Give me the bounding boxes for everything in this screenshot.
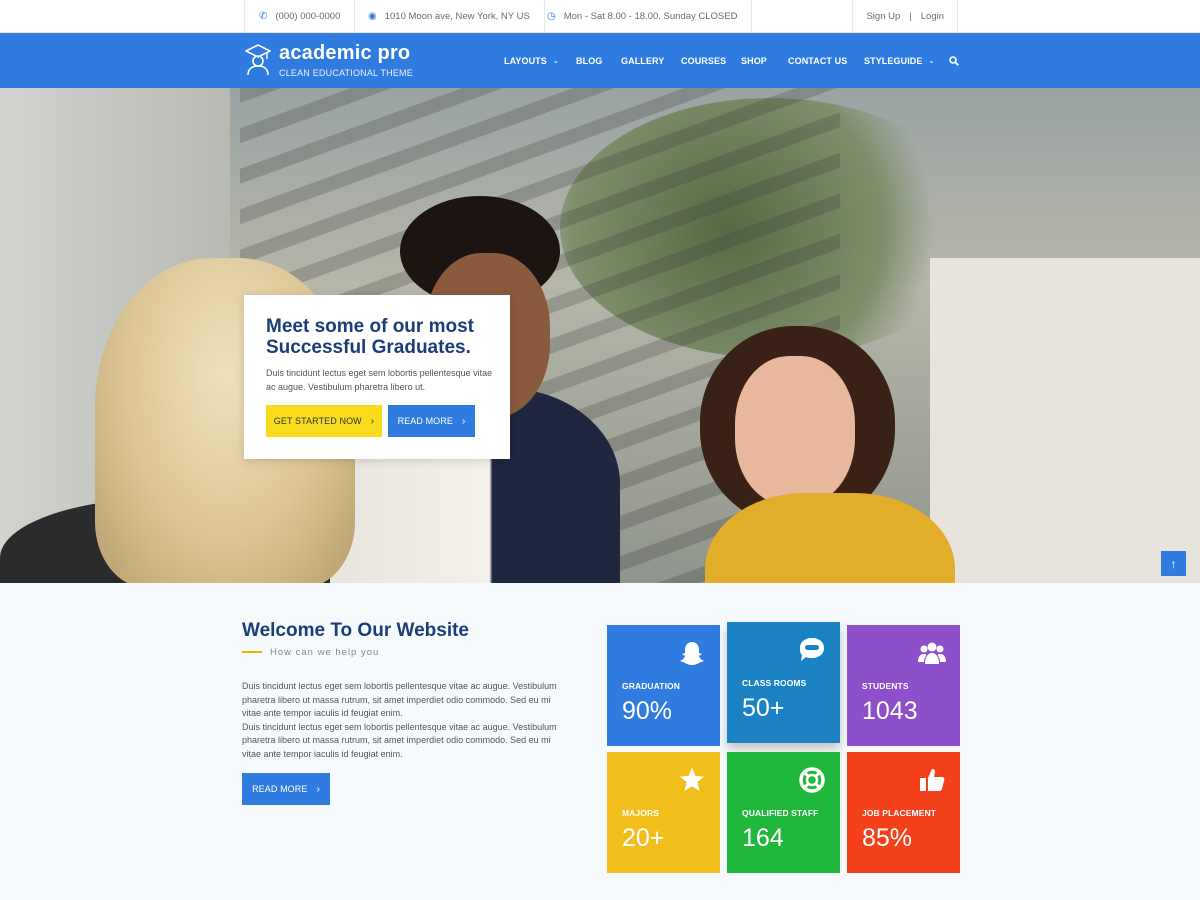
- users-icon: [918, 642, 946, 664]
- brand-subtitle: CLEAN EDUCATIONAL THEME: [279, 68, 413, 78]
- nav-courses[interactable]: COURSES: [681, 33, 726, 88]
- top-bar: ✆ (000) 000-0000 ◉ 1010 Moon ave, New Yo…: [0, 0, 1200, 33]
- stat-tile-students[interactable]: STUDENTS 1043: [847, 625, 960, 746]
- nav-styleguide[interactable]: STYLEGUIDE ⌄: [864, 33, 934, 88]
- hours-text: Mon - Sat 8.00 - 18.00. Sunday CLOSED: [563, 11, 738, 22]
- brand-title[interactable]: academic pro: [279, 42, 410, 65]
- stat-value: 90%: [622, 697, 673, 725]
- map-marker-icon: ◉: [368, 11, 377, 22]
- auth-separator: |: [909, 11, 912, 22]
- stat-value: 50+: [742, 694, 785, 722]
- hero-title: Meet some of our most Successful Graduat…: [266, 316, 474, 358]
- snapchat-ghost-icon: [680, 642, 704, 665]
- phone-icon: ✆: [259, 11, 268, 22]
- search-icon[interactable]: [949, 56, 959, 66]
- chevron-right-icon: ›: [461, 415, 466, 427]
- nav-blog[interactable]: BLOG: [576, 33, 602, 88]
- hero-read-more-label: READ MORE: [397, 416, 453, 426]
- stat-tile-qualified-staff[interactable]: QUALIFIED STAFF 164: [727, 752, 840, 873]
- stat-label: CLASS ROOMS: [742, 678, 807, 688]
- chevron-right-icon: ›: [370, 415, 375, 427]
- arrow-up-icon: ↑: [1170, 556, 1177, 571]
- nav-gallery-label: GALLERY: [621, 55, 665, 66]
- stat-tile-graduation[interactable]: GRADUATION 90%: [607, 625, 720, 746]
- welcome-underline: [242, 651, 262, 653]
- stat-tile-class-rooms[interactable]: CLASS ROOMS 50+: [727, 622, 840, 743]
- stat-label: MAJORS: [622, 808, 659, 818]
- welcome-read-more-label: READ MORE: [252, 784, 308, 794]
- welcome-subtitle: How can we help you: [270, 647, 380, 658]
- clock-icon: ◷: [547, 11, 556, 22]
- scroll-to-top-button[interactable]: ↑: [1161, 551, 1186, 576]
- nav-gallery[interactable]: GALLERY: [621, 33, 664, 88]
- welcome-paragraph-1: Duis tincidunt lectus eget sem lobortis …: [242, 681, 557, 718]
- nav-layouts-label: LAYOUTS: [504, 55, 547, 66]
- stat-value: 1043: [862, 697, 918, 725]
- welcome-paragraph-2: Duis tincidunt lectus eget sem lobortis …: [242, 721, 557, 759]
- auth-links: Sign Up | Login: [852, 0, 958, 33]
- stat-tile-job-placement[interactable]: JOB PLACEMENT 85%: [847, 752, 960, 873]
- nav-shop-label: SHOP: [741, 55, 767, 66]
- stat-value: 164: [742, 824, 784, 852]
- phone-info: ✆ (000) 000-0000: [244, 0, 356, 33]
- hero-description: Duis tincidunt lectus eget sem lobortis …: [266, 368, 493, 392]
- hero-person-right-face: [735, 356, 855, 506]
- stat-value: 20+: [622, 824, 665, 852]
- graduation-cap-icon[interactable]: [245, 44, 271, 76]
- hours-info: ◷ Mon - Sat 8.00 - 18.00. Sunday CLOSED: [533, 0, 753, 33]
- get-started-button[interactable]: GET STARTED NOW ›: [266, 405, 382, 437]
- login-link[interactable]: Login: [921, 11, 944, 22]
- nav-styleguide-label: STYLEGUIDE: [864, 55, 923, 66]
- stat-label: QUALIFIED STAFF: [742, 808, 819, 818]
- address-info: ◉ 1010 Moon ave, New York, NY US: [354, 0, 545, 33]
- lifebuoy-icon: [799, 767, 825, 793]
- signup-link[interactable]: Sign Up: [866, 11, 900, 22]
- thumbs-up-icon: [920, 769, 945, 791]
- hero-image: [0, 88, 1200, 583]
- nav-contact[interactable]: CONTACT US: [788, 33, 847, 88]
- nav-blog-label: BLOG: [576, 55, 603, 66]
- star-icon: [680, 768, 704, 791]
- stat-value: 85%: [862, 824, 913, 852]
- welcome-text: Duis tincidunt lectus eget sem lobortis …: [242, 680, 572, 761]
- nav-contact-label: CONTACT US: [788, 55, 848, 66]
- address-text: 1010 Moon ave, New York, NY US: [384, 11, 530, 22]
- stat-label: STUDENTS: [862, 681, 909, 691]
- hero-bg-wall-right: [930, 258, 1200, 583]
- nav-courses-label: COURSES: [681, 55, 727, 66]
- welcome-title: Welcome To Our Website: [242, 620, 469, 641]
- chevron-right-icon: ›: [316, 783, 320, 795]
- phone-text: (000) 000-0000: [275, 11, 341, 22]
- stat-label: JOB PLACEMENT: [862, 808, 937, 818]
- stat-label: GRADUATION: [622, 681, 680, 691]
- nav-shop[interactable]: SHOP: [741, 33, 767, 88]
- hero-read-more-button[interactable]: READ MORE ›: [388, 405, 475, 437]
- chevron-down-icon: ⌄: [552, 57, 559, 65]
- chat-face-icon: [800, 638, 824, 661]
- nav-layouts[interactable]: LAYOUTS ⌄: [504, 33, 559, 88]
- welcome-read-more-button[interactable]: READ MORE ›: [242, 773, 330, 805]
- chevron-down-icon: ⌄: [928, 57, 935, 65]
- stat-tile-majors[interactable]: MAJORS 20+: [607, 752, 720, 873]
- get-started-label: GET STARTED NOW: [273, 416, 362, 426]
